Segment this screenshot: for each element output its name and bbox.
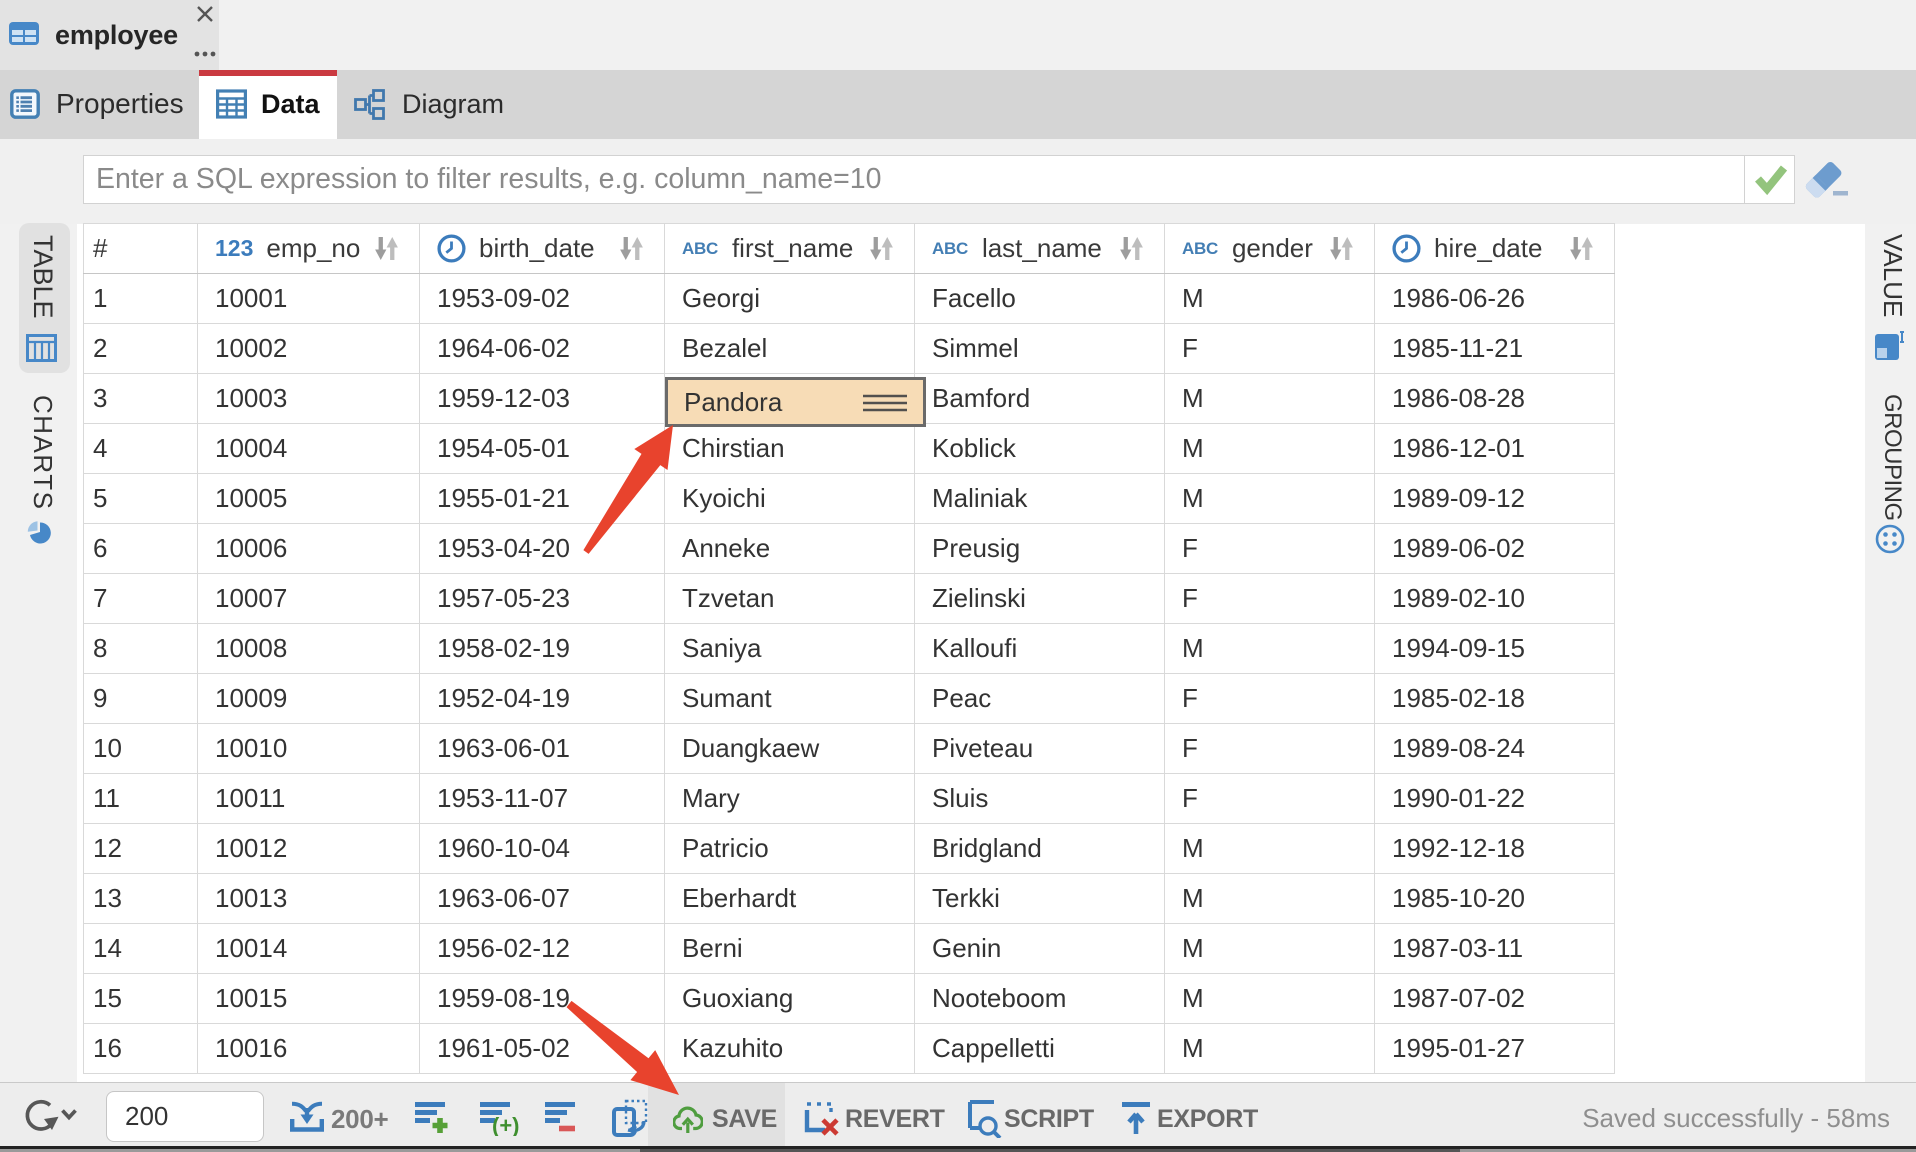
svg-text:(+): (+) (492, 1113, 520, 1136)
